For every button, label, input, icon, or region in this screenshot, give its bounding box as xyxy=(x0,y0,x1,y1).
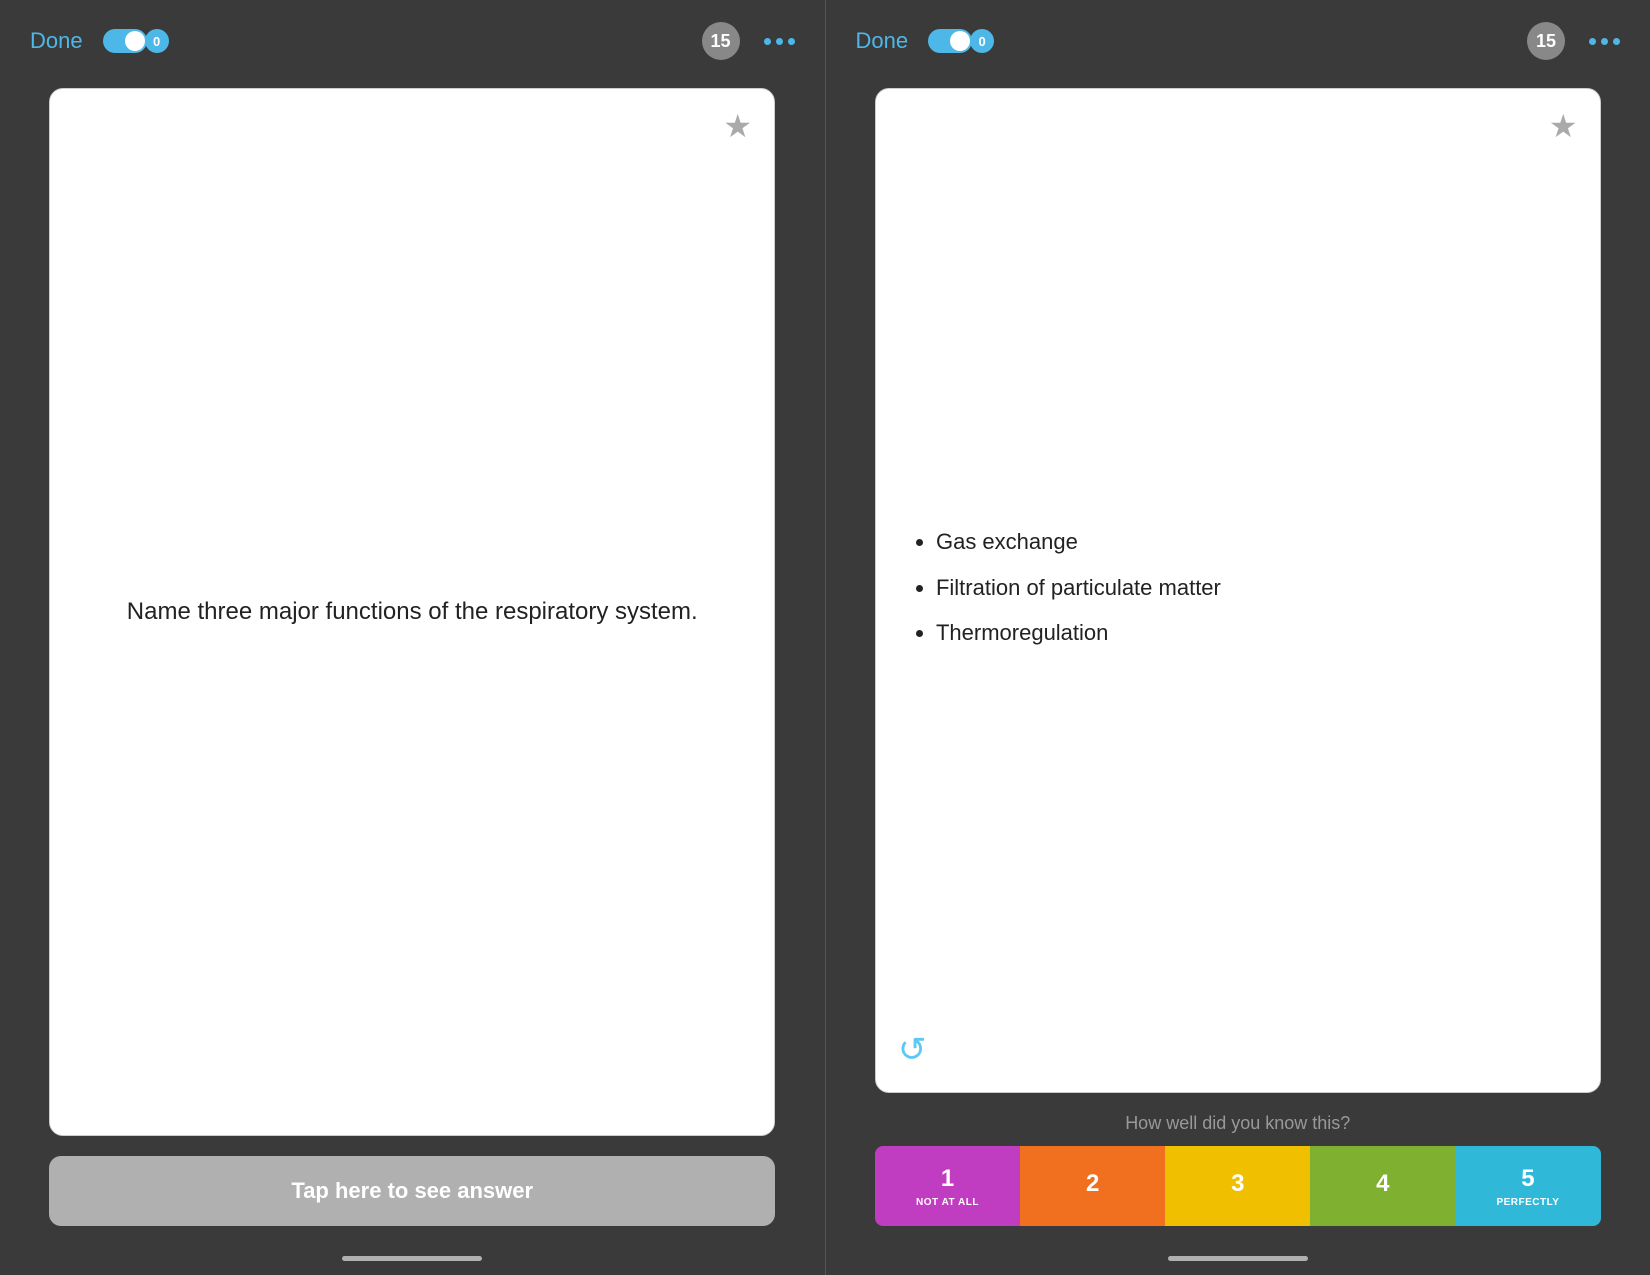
rating-1-num: 1 xyxy=(941,1165,954,1193)
rating-3-num: 3 xyxy=(1231,1170,1244,1198)
left-dot-1 xyxy=(764,38,771,45)
right-home-indicator xyxy=(1168,1256,1308,1261)
left-home-indicator xyxy=(342,1256,482,1261)
left-star-icon[interactable]: ★ xyxy=(723,107,752,145)
right-dot-2 xyxy=(1601,38,1608,45)
left-toggle-badge: 0 xyxy=(145,29,169,53)
left-phone-panel: Done 0 15 ★ Name three major functions o… xyxy=(0,0,825,1275)
right-count-badge: 15 xyxy=(1527,22,1565,60)
left-card-wrapper: ★ Name three major functions of the resp… xyxy=(49,88,775,1136)
undo-icon[interactable]: ↺ xyxy=(898,1030,927,1070)
left-card-inner: ★ Name three major functions of the resp… xyxy=(50,89,774,1135)
right-card-wrapper: ★ Gas exchange Filtration of particulate… xyxy=(875,88,1601,1093)
left-dot-2 xyxy=(776,38,783,45)
rating-2-num: 2 xyxy=(1086,1170,1099,1198)
answer-item-2: Filtration of particulate matter xyxy=(936,568,1570,608)
rating-5-label: PERFECTLY xyxy=(1496,1197,1559,1208)
rating-2-button[interactable]: 2 xyxy=(1020,1146,1165,1226)
right-toggle-container: 0 xyxy=(928,29,994,53)
right-dot-3 xyxy=(1613,38,1620,45)
rating-5-button[interactable]: 5 PERFECTLY xyxy=(1455,1146,1600,1226)
answer-list: Gas exchange Filtration of particulate m… xyxy=(906,522,1570,659)
rating-3-button[interactable]: 3 xyxy=(1165,1146,1310,1226)
left-more-menu[interactable] xyxy=(764,38,795,45)
answer-item-1: Gas exchange xyxy=(936,522,1570,562)
right-done-button[interactable]: Done xyxy=(856,28,909,54)
right-toggle-badge: 0 xyxy=(970,29,994,53)
right-dot-1 xyxy=(1589,38,1596,45)
right-top-bar: Done 0 15 xyxy=(826,0,1650,78)
right-phone-panel: Done 0 15 ★ Gas exchange Filtration of p… xyxy=(826,0,1650,1275)
left-count-badge: 15 xyxy=(702,22,740,60)
rating-1-button[interactable]: 1 NOT AT ALL xyxy=(875,1146,1020,1226)
right-more-menu[interactable] xyxy=(1589,38,1620,45)
left-done-button[interactable]: Done xyxy=(30,28,83,54)
right-toggle-track[interactable] xyxy=(928,29,972,53)
left-card-question: Name three major functions of the respir… xyxy=(107,594,718,630)
left-bottom-area: Tap here to see answer xyxy=(49,1156,775,1226)
left-toggle-thumb xyxy=(125,31,145,51)
rating-1-label: NOT AT ALL xyxy=(916,1197,979,1208)
left-top-bar: Done 0 15 xyxy=(0,0,825,78)
how-well-label: How well did you know this? xyxy=(875,1113,1601,1134)
rating-5-num: 5 xyxy=(1521,1165,1534,1193)
rating-4-num: 4 xyxy=(1376,1170,1389,1198)
rating-bar: 1 NOT AT ALL 2 3 4 5 PERFECTLY xyxy=(875,1146,1601,1226)
left-toggle-container: 0 xyxy=(103,29,169,53)
right-card-inner: ★ Gas exchange Filtration of particulate… xyxy=(876,89,1600,1092)
right-star-icon[interactable]: ★ xyxy=(1549,107,1578,145)
right-toggle-thumb xyxy=(950,31,970,51)
left-toggle-track[interactable] xyxy=(103,29,147,53)
left-dot-3 xyxy=(788,38,795,45)
right-bottom-area: How well did you know this? 1 NOT AT ALL… xyxy=(875,1113,1601,1226)
answer-item-3: Thermoregulation xyxy=(936,613,1570,653)
tap-to-see-answer-button[interactable]: Tap here to see answer xyxy=(49,1156,775,1226)
rating-4-button[interactable]: 4 xyxy=(1310,1146,1455,1226)
